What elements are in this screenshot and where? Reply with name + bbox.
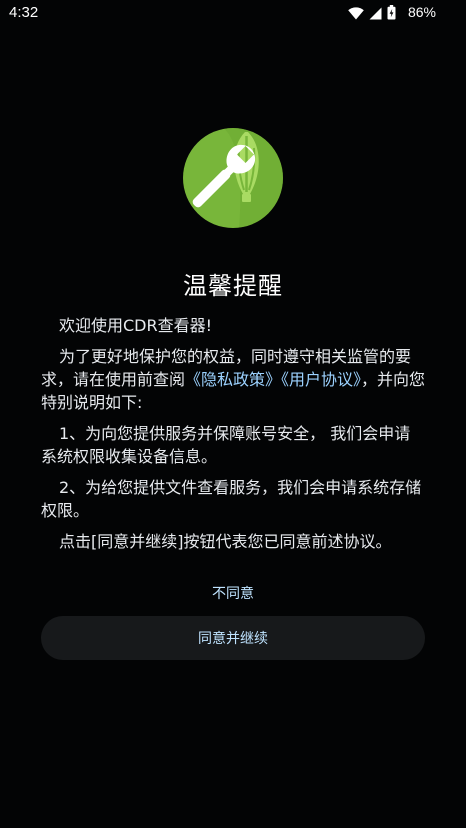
privacy-policy-link[interactable]: 《隐私政策》 <box>185 370 281 389</box>
device-info-permission-text: 1、为向您提供服务并保障账号安全， 我们会申请系统权限收集设备信息。 <box>41 424 411 466</box>
user-agreement-link[interactable]: 《用户协议》 <box>281 370 361 389</box>
privacy-notice-paragraph: 为了更好地保护您的权益，同时遵守相关监管的要求，请在使用前查阅《隐私政策》《用户… <box>41 345 426 414</box>
dialog-title: 温馨提醒 <box>183 272 283 300</box>
cellular-signal-icon <box>369 5 382 24</box>
agree-and-continue-button[interactable]: 同意并继续 <box>41 616 425 660</box>
battery-percent: 86% <box>407 4 436 20</box>
storage-permission-text: 2、为给您提供文件查看服务，我们会申请系统存储权限。 <box>41 478 422 520</box>
disagree-button[interactable]: 不同意 <box>0 583 466 603</box>
dialog-body: 欢迎使用CDR查看器! 为了更好地保护您的权益，同时遵守相关监管的要求，请在使用… <box>41 314 426 561</box>
app-logo-icon <box>183 128 283 228</box>
wifi-icon <box>348 5 364 24</box>
consent-statement-text: 点击[同意并继续]按钮代表您已同意前述协议。 <box>59 532 392 551</box>
battery-icon <box>387 5 396 24</box>
status-icons <box>348 5 396 24</box>
status-time: 4:32 <box>9 4 39 21</box>
status-bar: 4:32 86% <box>0 0 466 28</box>
welcome-text: 欢迎使用CDR查看器! <box>59 316 213 335</box>
